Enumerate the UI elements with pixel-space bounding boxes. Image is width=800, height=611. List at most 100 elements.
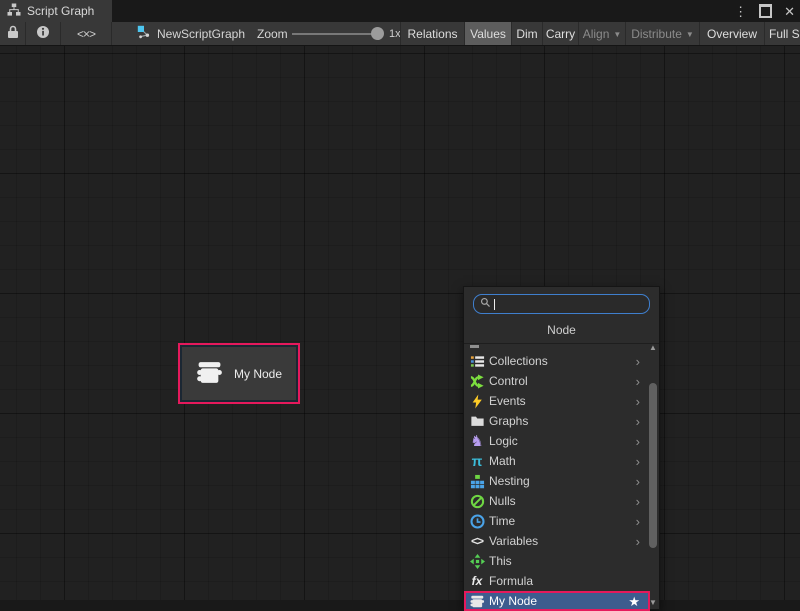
finder-item-my-node[interactable]: My Node ★ <box>464 591 650 611</box>
favorite-star-icon[interactable]: ★ <box>628 595 640 608</box>
toolbar-button-label: Dim <box>516 27 537 41</box>
kebab-menu-icon[interactable]: ⋮ <box>734 5 747 18</box>
finder-item-label: Nesting <box>489 474 530 488</box>
finder-item-collections[interactable]: Collections › <box>464 351 650 371</box>
toolbar-button-overview[interactable]: Overview <box>699 22 764 45</box>
nulls-icon <box>469 493 485 509</box>
graphs-icon <box>469 413 485 429</box>
finder-scrollbar[interactable]: ▲ ▼ <box>648 342 658 608</box>
finder-item-label: Formula <box>489 574 533 588</box>
nesting-icon <box>469 473 485 489</box>
submenu-arrow-icon: › <box>636 435 640 448</box>
zoom-value: 1x <box>389 22 401 45</box>
submenu-arrow-icon: › <box>636 415 640 428</box>
lock-icon <box>7 25 19 42</box>
toolbar-button-label: Overview <box>707 27 757 41</box>
time-icon <box>469 513 485 529</box>
unit-icon <box>469 593 485 609</box>
my-node-unit[interactable]: My Node <box>178 343 300 404</box>
finder-item-label: Math <box>489 454 516 468</box>
dropdown-arrow-icon: ▼ <box>613 30 621 39</box>
zoom-slider-track[interactable] <box>292 33 382 35</box>
zoom-slider-handle[interactable] <box>371 27 384 40</box>
toolbar-button-align[interactable]: Align▼ <box>578 22 625 45</box>
toolbar-button-carry[interactable]: Carry <box>542 22 578 45</box>
submenu-arrow-icon: › <box>636 495 640 508</box>
collections-icon <box>469 353 485 369</box>
lock-button[interactable] <box>0 22 26 45</box>
maximize-icon[interactable] <box>759 4 772 18</box>
toolbar-button-values[interactable]: Values <box>464 22 511 45</box>
info-button[interactable] <box>26 22 61 45</box>
finder-option-list: Collections›Control›Events›Graphs›♞Logic… <box>464 351 659 611</box>
control-icon <box>469 373 485 389</box>
finder-item-nulls[interactable]: Nulls › <box>464 491 650 511</box>
toolbar-button-fullscreen[interactable]: Full S <box>764 22 800 45</box>
finder-item-events[interactable]: Events› <box>464 391 650 411</box>
finder-item-label: Time <box>489 514 515 528</box>
finder-item-label: Variables <box>489 534 538 548</box>
tab-label: Script Graph <box>27 4 94 18</box>
toolbar-button-dim[interactable]: Dim <box>511 22 542 45</box>
toolbar-button-distribute[interactable]: Distribute ▼ <box>625 22 699 45</box>
toolbar-button-label: Align <box>583 27 610 41</box>
finder-item-variables[interactable]: <> Variables › <box>464 531 650 551</box>
submenu-arrow-icon: › <box>636 535 640 548</box>
graph-name-label: NewScriptGraph <box>157 27 245 41</box>
math-icon: π <box>469 453 485 469</box>
graph-canvas[interactable]: My Node Node Collections›Control›Events›… <box>0 46 800 600</box>
unit-icon <box>194 359 224 389</box>
scroll-down-icon[interactable]: ▼ <box>649 597 657 608</box>
search-box[interactable] <box>473 294 650 314</box>
submenu-arrow-icon: › <box>636 355 640 368</box>
toolbar-button-label: Distribute <box>631 27 682 41</box>
dropdown-arrow-icon: ▼ <box>686 30 694 39</box>
submenu-arrow-icon: › <box>636 375 640 388</box>
finder-item-time[interactable]: Time› <box>464 511 650 531</box>
toolbar-button-label: Full S <box>769 27 800 41</box>
graph-reference[interactable]: NewScriptGraph <box>137 22 245 45</box>
finder-item-label: Control <box>489 374 528 388</box>
finder-item-label: Logic <box>489 434 518 448</box>
finder-item-graphs[interactable]: Graphs › <box>464 411 650 431</box>
this-icon <box>469 553 485 569</box>
toolbar-button-label: Carry <box>546 27 575 41</box>
finder-item-label: Nulls <box>489 494 516 508</box>
script-graph-icon <box>7 3 21 20</box>
formula-icon: fx <box>469 573 485 589</box>
finder-item-label: My Node <box>489 594 537 608</box>
logic-icon: ♞ <box>469 433 485 449</box>
search-input[interactable] <box>498 297 643 311</box>
zoom-label: Zoom <box>257 22 288 45</box>
graph-toolbar: <×> NewScriptGraph Zoom 1x Relations Valu… <box>0 22 800 46</box>
info-icon <box>36 25 50 42</box>
finder-item-label: Collections <box>489 354 548 368</box>
finder-item-formula[interactable]: fx Formula <box>464 571 650 591</box>
finder-item-this[interactable]: This <box>464 551 650 571</box>
scrollbar-thumb[interactable] <box>649 383 657 548</box>
finder-item-control[interactable]: Control › <box>464 371 650 391</box>
variables-icon: <> <box>469 533 485 549</box>
submenu-arrow-icon: › <box>636 475 640 488</box>
toolbar-button-label: Relations <box>407 27 457 41</box>
window-titlebar: Script Graph ⋮ ✕ <box>0 0 800 22</box>
scrollbar-track[interactable] <box>649 353 657 597</box>
finder-header: Node <box>464 319 659 343</box>
finder-item-label: This <box>489 554 512 568</box>
finder-item-logic[interactable]: ♞ Logic › <box>464 431 650 451</box>
toolbar-button-relations[interactable]: Relations <box>400 22 464 45</box>
toolbar-button-label: Values <box>470 27 506 41</box>
finder-item-nesting[interactable]: Nesting › <box>464 471 650 491</box>
tab-script-graph[interactable]: Script Graph <box>0 0 112 22</box>
fuzzy-finder-popup: Node Collections›Control›Events›Graphs›♞… <box>463 286 660 610</box>
finder-item-label: Events <box>489 394 526 408</box>
graph-reference-icon <box>137 25 151 42</box>
finder-item-label: Graphs <box>489 414 528 428</box>
close-icon[interactable]: ✕ <box>784 5 795 18</box>
text-caret <box>494 299 495 310</box>
scroll-up-icon[interactable]: ▲ <box>649 342 657 353</box>
code-toggle-button[interactable]: <×> <box>61 22 112 45</box>
events-icon <box>469 393 485 409</box>
submenu-arrow-icon: › <box>636 455 640 468</box>
finder-item-math[interactable]: π Math › <box>464 451 650 471</box>
